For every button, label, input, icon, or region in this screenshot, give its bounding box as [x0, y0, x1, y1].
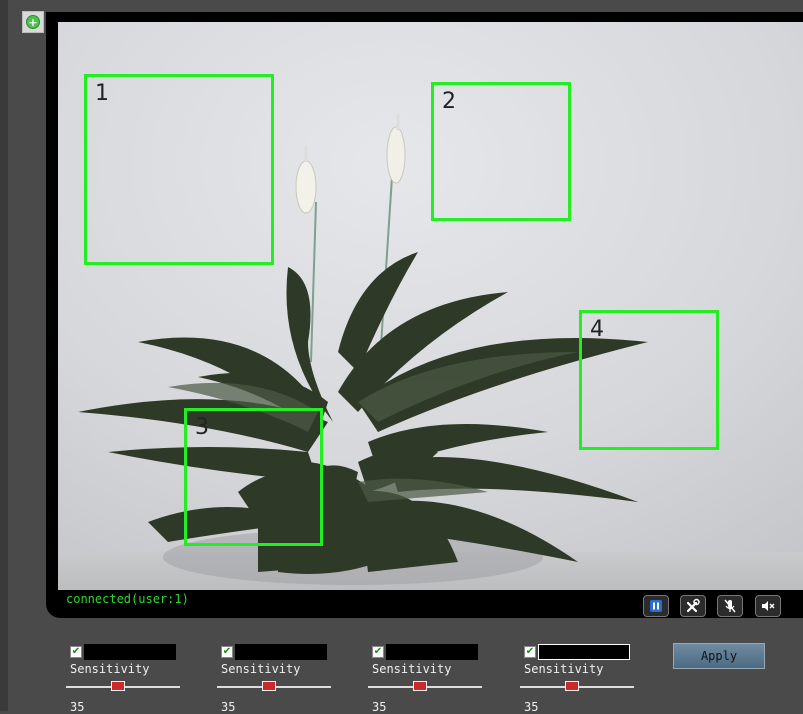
video-panel: 1 2 3 4 connected(user:1)	[46, 12, 803, 618]
zone-enable-checkbox[interactable]: ✔	[372, 646, 384, 658]
settings-button[interactable]	[680, 595, 706, 617]
speaker-button[interactable]	[755, 595, 781, 617]
zone-enable-checkbox[interactable]: ✔	[524, 646, 536, 658]
mic-button[interactable]	[717, 595, 743, 617]
mic-muted-icon	[724, 599, 736, 613]
sensitivity-slider-thumb[interactable]	[262, 681, 277, 691]
zone-control-3: ✔ Sensitivity 35	[368, 644, 492, 714]
sensitivity-value: 35	[70, 700, 85, 714]
add-camera-button[interactable]: +	[22, 11, 44, 33]
sensitivity-slider-thumb[interactable]	[565, 681, 580, 691]
connection-status: connected(user:1)	[66, 592, 189, 606]
detection-zone-1[interactable]: 1	[84, 74, 274, 265]
detection-zone-4[interactable]: 4	[579, 310, 719, 450]
zone-control-4: ✔ Sensitivity 35	[520, 644, 644, 714]
sensitivity-label: Sensitivity	[372, 662, 452, 676]
sensitivity-label: Sensitivity	[524, 662, 604, 676]
zone-name-field[interactable]	[235, 644, 327, 660]
zone-name-field[interactable]	[538, 644, 630, 660]
speaker-muted-icon	[762, 601, 775, 611]
zone-name-field[interactable]	[386, 644, 478, 660]
zone-control-2: ✔ Sensitivity 35	[217, 644, 341, 714]
left-gutter	[0, 0, 8, 711]
plus-circle-icon: +	[26, 15, 40, 29]
sensitivity-value: 35	[221, 700, 236, 714]
zone-label: 3	[195, 415, 209, 440]
zone-name-field[interactable]	[84, 644, 176, 660]
zone-enable-checkbox[interactable]: ✔	[70, 646, 82, 658]
apply-button[interactable]: Apply	[673, 643, 765, 669]
video-feed[interactable]: 1 2 3 4	[58, 22, 803, 590]
pause-button[interactable]	[643, 595, 669, 617]
sensitivity-label: Sensitivity	[70, 662, 150, 676]
detection-zone-3[interactable]: 3	[184, 408, 323, 546]
sensitivity-label: Sensitivity	[221, 662, 301, 676]
zone-enable-checkbox[interactable]: ✔	[221, 646, 233, 658]
sensitivity-value: 35	[372, 700, 387, 714]
zone-label: 1	[95, 81, 109, 106]
zone-control-1: ✔ Sensitivity 35	[66, 644, 190, 714]
zone-label: 2	[442, 89, 456, 114]
zone-label: 4	[590, 317, 604, 342]
sensitivity-slider-thumb[interactable]	[413, 681, 428, 691]
tools-icon	[686, 598, 700, 613]
sensitivity-slider-thumb[interactable]	[111, 681, 126, 691]
sensitivity-value: 35	[524, 700, 539, 714]
pause-icon	[650, 600, 662, 612]
detection-zone-2[interactable]: 2	[431, 82, 571, 221]
